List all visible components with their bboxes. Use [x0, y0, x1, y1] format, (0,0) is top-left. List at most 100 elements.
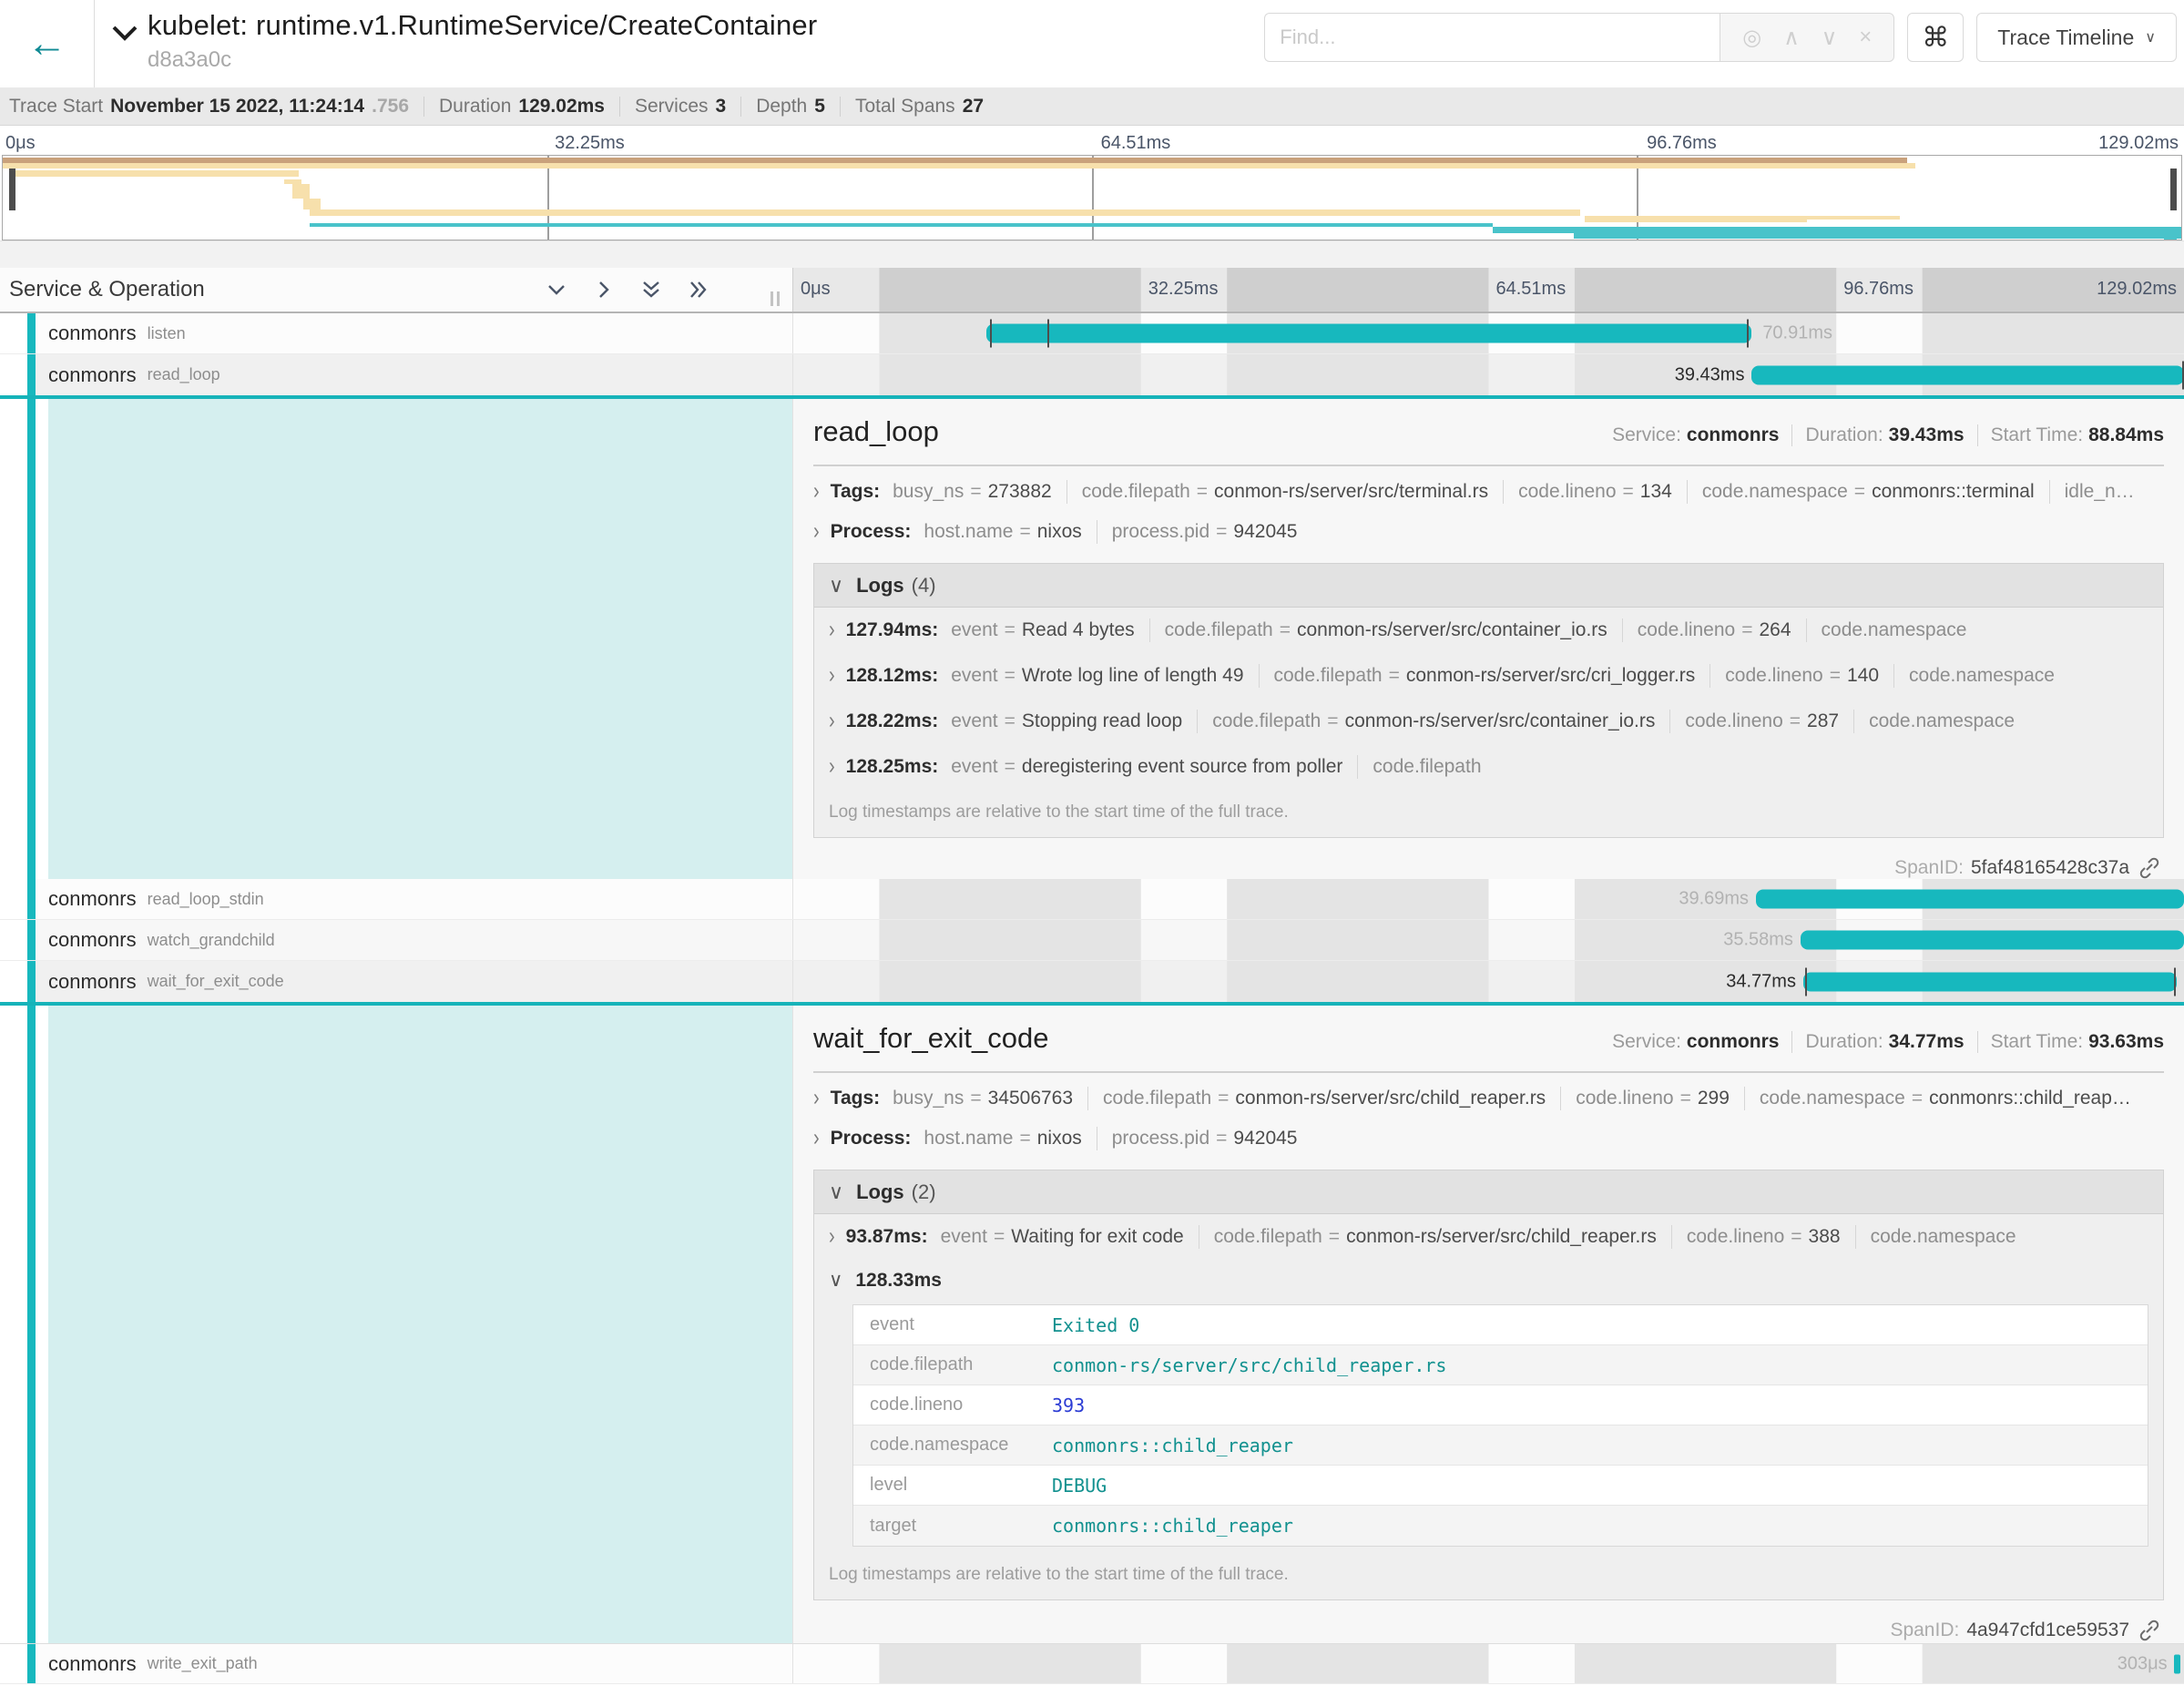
trace-title-block: kubelet: runtime.v1.RuntimeService/Creat…: [95, 0, 817, 87]
span-bar[interactable]: [1803, 972, 2178, 991]
span-operation: listen: [148, 324, 186, 343]
span-timeline-cell: 303μs: [793, 1644, 2184, 1683]
span-bar[interactable]: [1756, 890, 2184, 909]
span-color-accent: [27, 399, 36, 879]
span-id-value: 4a947cfd1ce59537: [1966, 1620, 2129, 1641]
span-duration-label: 39.43ms: [1675, 364, 1745, 385]
span-name-cell[interactable]: conmonrs read_loop_stdin: [0, 879, 793, 919]
chevron-down-icon: ∨: [2145, 28, 2156, 46]
spacer: [0, 240, 2184, 268]
trace-id: d8a3a0c: [148, 47, 817, 73]
chevron-down-icon: ∨: [829, 1180, 843, 1204]
span-timeline-cell: 39.43ms: [793, 354, 2184, 395]
copy-link-icon[interactable]: [2138, 1620, 2160, 1641]
span-bar[interactable]: [2174, 1654, 2180, 1673]
keyboard-shortcuts-button[interactable]: ⌘: [1907, 13, 1964, 62]
trace-summary-bar: Trace Start November 15 2022, 11:24:14.7…: [0, 87, 2184, 126]
minimap-canvas[interactable]: [2, 155, 2182, 240]
span-name-cell[interactable]: conmonrs read_loop: [0, 354, 793, 395]
span-service: conmonrs: [48, 887, 137, 911]
span-name-cell[interactable]: conmonrs listen: [0, 313, 793, 353]
span-detail-left-pane[interactable]: [0, 1006, 793, 1643]
prev-result-icon[interactable]: ∧: [1783, 25, 1800, 51]
logs-note: Log timestamps are relative to the start…: [814, 790, 2163, 837]
find-input[interactable]: [1280, 26, 1705, 49]
span-row-wait-for-exit-code: conmonrs wait_for_exit_code 34.77ms: [0, 961, 2184, 1006]
span-detail-wait-for-exit-code: wait_for_exit_code Service:conmonrs Dura…: [0, 1006, 2184, 1643]
chevron-right-icon: ›: [813, 518, 820, 546]
chevron-right-icon: ›: [829, 1223, 835, 1251]
span-row-read-loop-stdin: conmonrs read_loop_stdin 39.69ms: [0, 879, 2184, 920]
collapse-title-icon[interactable]: [111, 24, 138, 46]
span-name-cell[interactable]: conmonrs write_exit_path: [0, 1644, 793, 1683]
span-timeline-cell: 34.77ms: [793, 961, 2184, 1002]
chevron-right-icon: ›: [813, 1085, 820, 1112]
span-duration-label: 70.91ms: [1762, 323, 1832, 344]
collapse-all-icon[interactable]: [639, 278, 663, 301]
trace-start: Trace Start November 15 2022, 11:24:14.7…: [9, 96, 409, 118]
chevron-right-icon: ›: [813, 1125, 820, 1152]
next-result-icon[interactable]: ∨: [1822, 25, 1838, 51]
trace-depth: Depth5: [756, 96, 825, 118]
span-color-accent: [27, 920, 36, 960]
view-selector-label: Trace Timeline: [1997, 26, 2134, 50]
chevron-right-icon: ›: [829, 617, 835, 644]
log-entry[interactable]: › 93.87ms: event=Waiting for exit code c…: [814, 1214, 2163, 1260]
chevron-down-icon: ∨: [829, 574, 843, 598]
expand-all-icon[interactable]: [687, 278, 710, 301]
clear-search-icon[interactable]: ×: [1859, 25, 1872, 50]
column-resizer-handle[interactable]: [771, 291, 780, 306]
tags-row[interactable]: › Tags: busy_ns=34506763 code.filepath=c…: [813, 1078, 2164, 1119]
find-box: [1264, 13, 1720, 62]
span-operation: read_loop_stdin: [148, 890, 264, 909]
minimap-axis: 0μs 32.25ms 64.51ms 96.76ms 129.02ms: [0, 126, 2184, 155]
chevron-right-icon: ›: [829, 662, 835, 690]
collapse-one-icon[interactable]: [545, 278, 568, 301]
tags-row[interactable]: › Tags: busy_ns=273882 code.filepath=con…: [813, 472, 2164, 512]
span-bar[interactable]: [986, 324, 1751, 343]
table-row: event Exited 0: [853, 1305, 2148, 1345]
span-color-accent: [27, 1644, 36, 1683]
trace-duration: Duration129.02ms: [439, 96, 605, 118]
span-duration-label: 34.77ms: [1726, 971, 1796, 992]
span-operation: watch_grandchild: [148, 931, 275, 950]
log-entry[interactable]: › 128.22ms: event=Stopping read loop cod…: [814, 699, 2163, 744]
span-operation: wait_for_exit_code: [148, 972, 284, 991]
span-detail-title: read_loop: [813, 415, 939, 448]
back-button[interactable]: ←: [0, 0, 95, 87]
copy-link-icon[interactable]: [2138, 857, 2160, 879]
logs-header[interactable]: ∨ Logs(2): [814, 1170, 2163, 1214]
log-entry[interactable]: › 128.12ms: event=Wrote log line of leng…: [814, 653, 2163, 699]
span-service: conmonrs: [48, 928, 137, 952]
locate-icon[interactable]: ◎: [1742, 25, 1761, 51]
process-row[interactable]: › Process: host.name=nixos process.pid=9…: [813, 512, 2164, 552]
span-bar[interactable]: [1801, 931, 2184, 950]
logs-note: Log timestamps are relative to the start…: [814, 1552, 2163, 1599]
span-color-accent: [27, 879, 36, 919]
span-operation: write_exit_path: [148, 1654, 258, 1673]
spanid-row: SpanID: 4a947cfd1ce59537: [813, 1600, 2164, 1643]
log-entry[interactable]: › 127.94ms: event=Read 4 bytes code.file…: [814, 608, 2163, 653]
span-detail-title: wait_for_exit_code: [813, 1022, 1049, 1055]
view-selector-button[interactable]: Trace Timeline ∨: [1976, 13, 2177, 62]
process-row[interactable]: › Process: host.name=nixos process.pid=9…: [813, 1119, 2164, 1159]
span-timeline-cell: 39.69ms: [793, 879, 2184, 919]
logs-header[interactable]: ∨ Logs(4): [814, 564, 2163, 608]
header-controls: ◎ ∧ ∨ × ⌘ Trace Timeline ∨: [1264, 13, 2177, 62]
log-entry-expanded[interactable]: ∨ 128.33ms: [814, 1260, 2163, 1295]
span-detail-left-pane[interactable]: [0, 399, 793, 879]
log-entry[interactable]: › 128.25ms: event=deregistering event so…: [814, 744, 2163, 790]
logs-section: ∨ Logs(4) › 127.94ms: event=Read 4 bytes…: [813, 563, 2164, 838]
service-operation-header: Service & Operation: [9, 277, 205, 302]
command-icon: ⌘: [1922, 22, 1949, 54]
table-row: code.lineno 393: [853, 1385, 2148, 1425]
span-id-value: 5faf48165428c37a: [1971, 857, 2129, 879]
span-detail-read-loop: read_loop Service:conmonrs Duration:39.4…: [0, 399, 2184, 879]
span-bar[interactable]: [1751, 365, 2184, 384]
table-row: level DEBUG: [853, 1466, 2148, 1506]
span-name-cell[interactable]: conmonrs watch_grandchild: [0, 920, 793, 960]
span-name-cell[interactable]: conmonrs wait_for_exit_code: [0, 961, 793, 1002]
expand-one-icon[interactable]: [592, 278, 616, 301]
chevron-right-icon: ›: [829, 708, 835, 735]
chevron-right-icon: ›: [829, 753, 835, 781]
